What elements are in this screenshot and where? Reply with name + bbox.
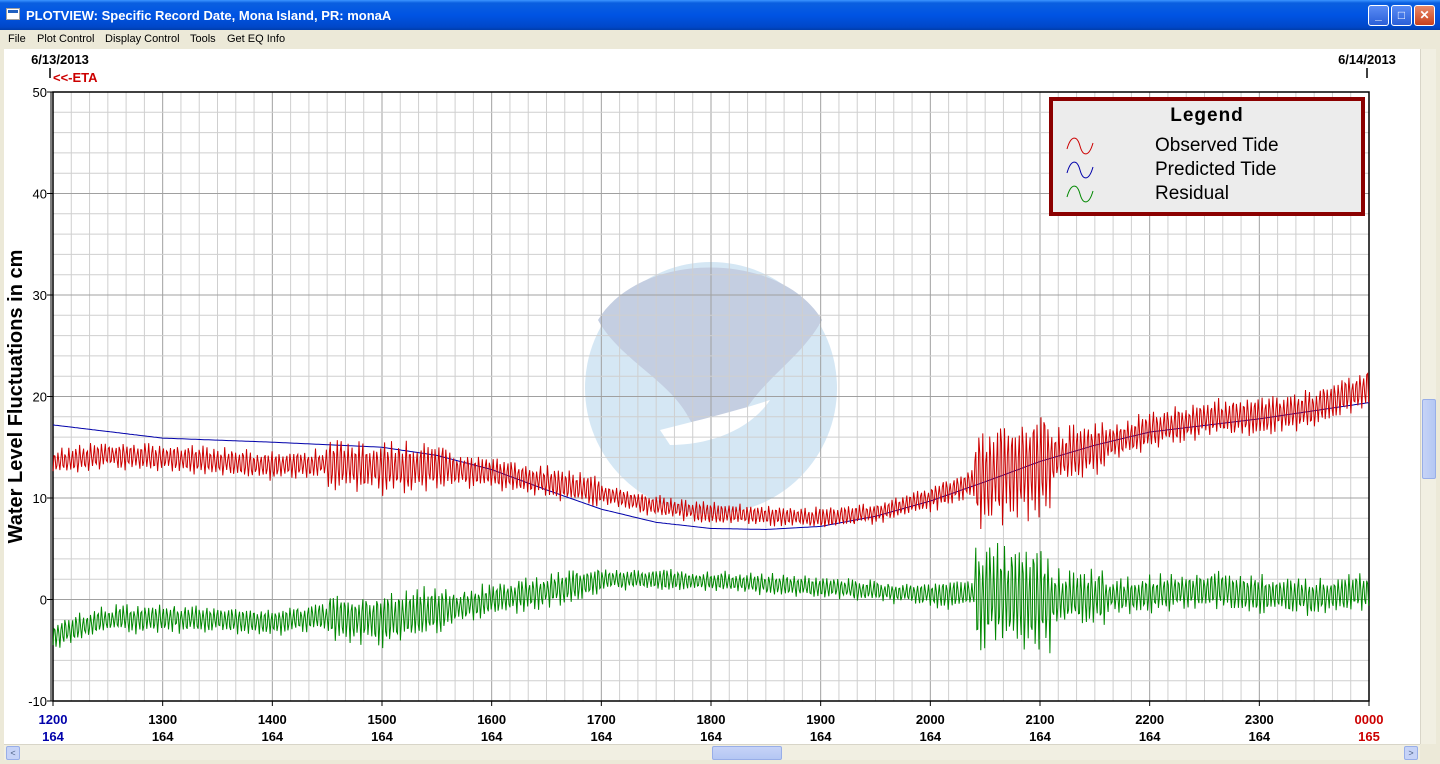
y-tick-label: 0	[40, 593, 47, 608]
x-tick-label-time: 1600	[477, 712, 506, 727]
vertical-scrollbar[interactable]	[1420, 49, 1436, 744]
predicted-wave-icon	[1066, 161, 1094, 179]
x-tick-label-day: 164	[590, 729, 612, 744]
x-tick-label-day: 164	[371, 729, 393, 744]
horizontal-scroll-thumb[interactable]	[712, 746, 782, 760]
x-tick-label-time: 1500	[368, 712, 397, 727]
x-tick-label-time: 2300	[1245, 712, 1274, 727]
legend-entry-predicted: Predicted Tide	[1053, 159, 1361, 183]
x-tick-label-day: 164	[42, 729, 64, 744]
x-tick-label-time: 1900	[806, 712, 835, 727]
observed-wave-icon	[1066, 137, 1094, 155]
menu-display-control[interactable]: Display Control	[105, 33, 180, 45]
menu-get-eq-info[interactable]: Get EQ Info	[227, 33, 285, 45]
x-tick-label-time: 1800	[697, 712, 726, 727]
scroll-left-arrow-icon[interactable]: <	[6, 746, 20, 760]
x-tick-label-day: 164	[919, 729, 941, 744]
x-tick-label-day: 164	[1029, 729, 1051, 744]
legend-label-observed: Observed Tide	[1155, 135, 1279, 156]
title-bar[interactable]: PLOTVIEW: Specific Record Date, Mona Isl…	[0, 0, 1440, 30]
chart-legend: Legend Observed Tide Predicted Tide Resi…	[1049, 97, 1365, 216]
x-tick-label-day: 164	[261, 729, 283, 744]
legend-label-predicted: Predicted Tide	[1155, 159, 1277, 180]
plotview-window: PLOTVIEW: Specific Record Date, Mona Isl…	[0, 0, 1440, 764]
y-tick-label: 10	[33, 491, 47, 506]
scroll-right-arrow-icon[interactable]: >	[1404, 746, 1418, 760]
x-tick-label-day: 165	[1358, 729, 1380, 744]
y-tick-label: -10	[28, 694, 47, 709]
y-tick-label: 50	[33, 85, 47, 100]
x-tick-label-time: 1300	[148, 712, 177, 727]
x-tick-label-time: 1400	[258, 712, 287, 727]
x-tick-label-day: 164	[1139, 729, 1161, 744]
close-button[interactable]: ✕	[1414, 5, 1435, 26]
vertical-scroll-thumb[interactable]	[1422, 399, 1436, 479]
window-title: PLOTVIEW: Specific Record Date, Mona Isl…	[26, 8, 392, 23]
menu-file[interactable]: File	[8, 33, 26, 45]
menu-tools[interactable]: Tools	[190, 33, 216, 45]
x-tick-label-day: 164	[700, 729, 722, 744]
menu-plot-control[interactable]: Plot Control	[37, 33, 94, 45]
legend-label-residual: Residual	[1155, 183, 1229, 204]
y-tick-label: 30	[33, 288, 47, 303]
x-tick-label-time: 2100	[1026, 712, 1055, 727]
y-axis-title: Water Level Fluctuations in cm	[5, 250, 27, 544]
horizontal-scrollbar[interactable]: < >	[4, 744, 1420, 760]
maximize-button[interactable]: □	[1391, 5, 1412, 26]
x-tick-label-time: 2000	[916, 712, 945, 727]
x-tick-label-day: 164	[1248, 729, 1270, 744]
x-tick-label-time: 1200	[39, 712, 68, 727]
legend-entry-residual: Residual	[1053, 183, 1361, 207]
legend-entry-observed: Observed Tide	[1053, 135, 1361, 159]
x-tick-label-time: 1700	[587, 712, 616, 727]
y-tick-label: 20	[33, 390, 47, 405]
y-tick-label: 40	[33, 187, 47, 202]
x-tick-label-day: 164	[152, 729, 174, 744]
x-tick-label-day: 164	[810, 729, 832, 744]
x-tick-label-day: 164	[481, 729, 503, 744]
menu-bar: File Plot Control Display Control Tools …	[0, 30, 1440, 49]
eta-marker: <<-ETA	[53, 70, 98, 85]
legend-title: Legend	[1170, 105, 1244, 126]
residual-wave-icon	[1066, 185, 1094, 203]
start-date-label: 6/13/2013	[31, 52, 89, 67]
app-window-icon[interactable]	[6, 8, 20, 20]
minimize-button[interactable]: _	[1368, 5, 1389, 26]
x-tick-label-time: 2200	[1135, 712, 1164, 727]
end-date-label: 6/14/2013	[1338, 52, 1396, 67]
x-tick-label-time: 0000	[1355, 712, 1384, 727]
